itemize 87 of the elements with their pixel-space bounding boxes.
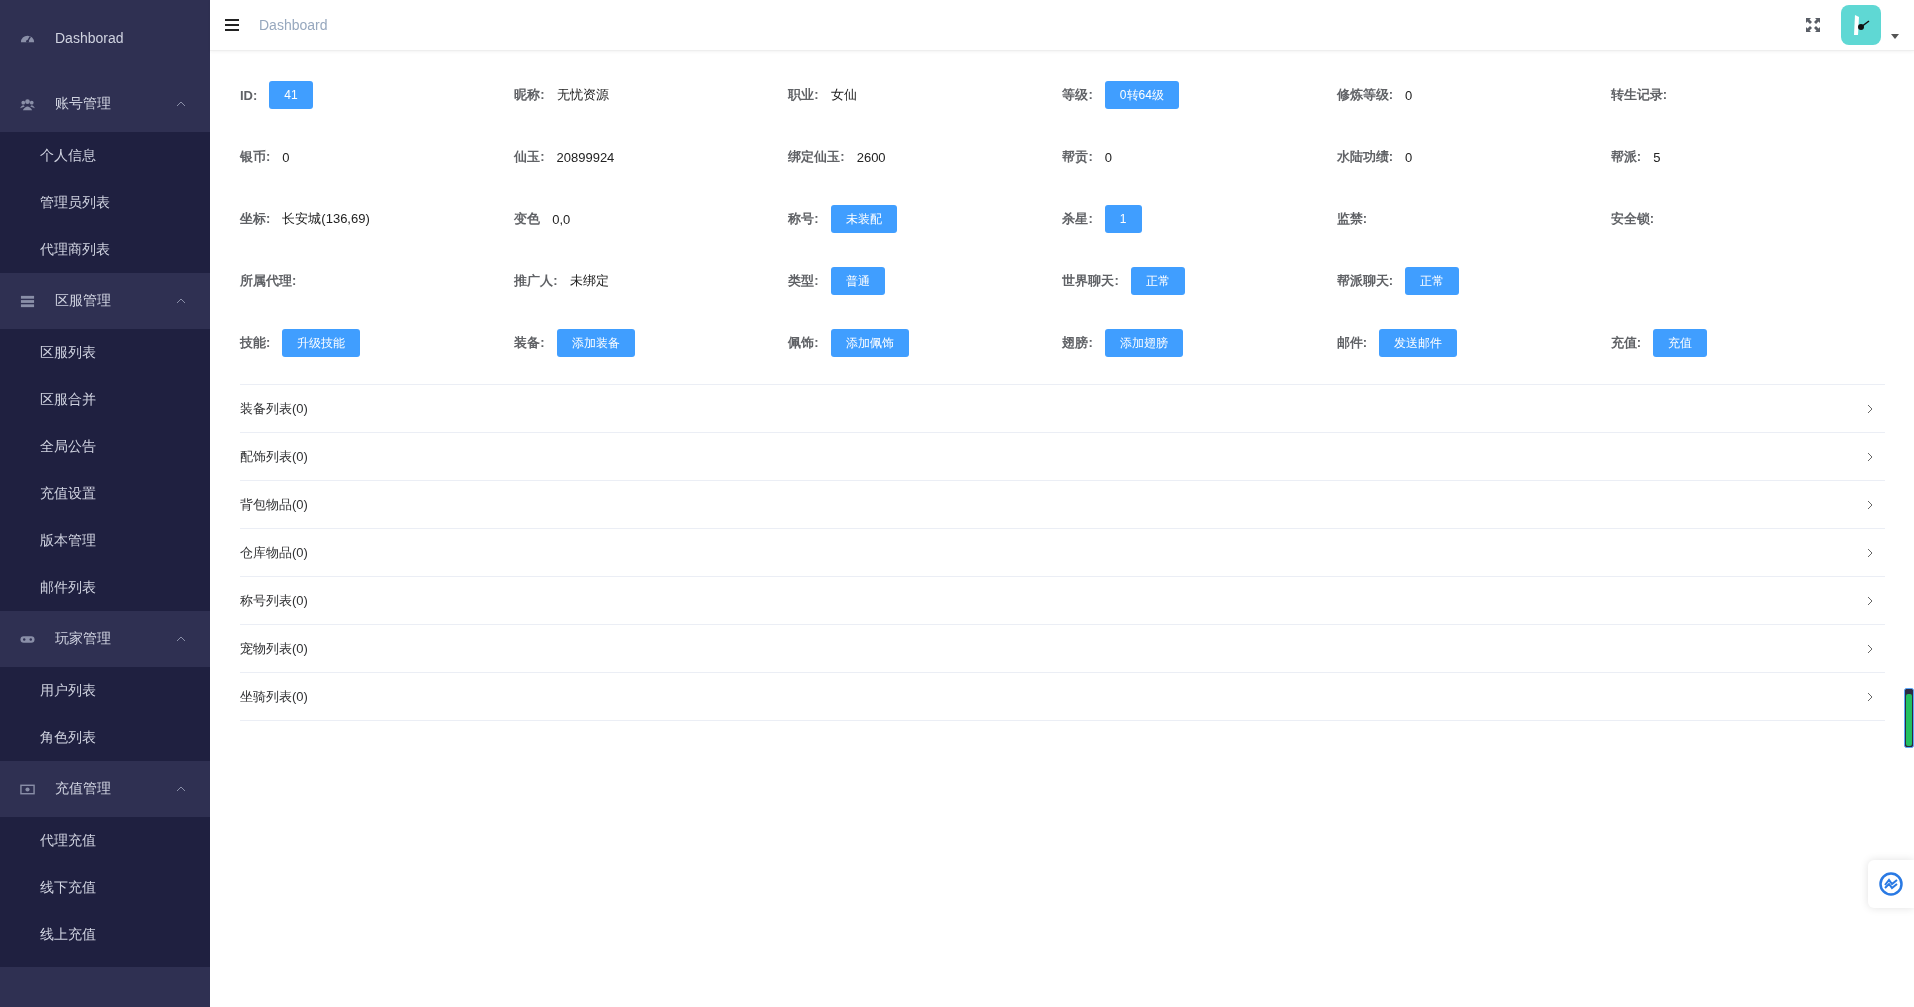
menu-item[interactable]: 充值管理 [0, 761, 210, 817]
field-label: 称号: [788, 210, 819, 228]
collapse-item[interactable]: 宠物列表(0) [240, 625, 1885, 673]
field-label: 类型: [788, 272, 819, 290]
field-value: 0,0 [552, 211, 571, 227]
value-tag: 正常 [1405, 267, 1459, 295]
value-tag: 1 [1104, 205, 1142, 233]
field-label: 修炼等级: [1336, 86, 1393, 104]
caret-icon[interactable] [1891, 33, 1899, 39]
field-label: 世界聊天: [1062, 272, 1119, 290]
submenu-item[interactable]: 全局公告 [0, 423, 210, 470]
field-value: 20899924 [556, 149, 615, 165]
submenu-item[interactable]: 用户列表 [0, 667, 210, 714]
field-value: 2600 [856, 149, 886, 165]
submenu-item[interactable]: 代理商列表 [0, 226, 210, 273]
submenu-item[interactable]: 线下充值 [0, 864, 210, 911]
menu-item[interactable]: 账号管理 [0, 76, 210, 132]
field-label: 所属代理: [240, 272, 297, 290]
menu-item[interactable]: Dashborad [0, 0, 210, 76]
field-label: 帮派聊天: [1336, 272, 1393, 290]
field-label: 装备: [514, 334, 545, 352]
submenu-item[interactable]: 区服合并 [0, 376, 210, 423]
field-label: 仙玉: [514, 148, 545, 166]
field-value: 未绑定 [569, 272, 609, 290]
server-icon [20, 293, 35, 309]
collapse-item[interactable]: 称号列表(0) [240, 577, 1885, 625]
field-label: 杀星: [1062, 210, 1093, 228]
field-label: 监禁: [1336, 210, 1367, 228]
value-tag: 0转64级 [1104, 81, 1179, 109]
field-label: 帮派: [1610, 148, 1642, 166]
submenu-item[interactable]: 邮件列表 [0, 564, 210, 611]
value-tag: 正常 [1130, 267, 1185, 295]
field-value: 0 [282, 149, 290, 165]
submenu-item[interactable]: 区服列表 [0, 329, 210, 376]
field-label: 绑定仙玉: [788, 148, 845, 166]
field-label: 帮贡: [1062, 148, 1093, 166]
field-value: 女仙 [830, 86, 857, 104]
value-tag: 未装配 [830, 205, 897, 233]
field-value: 0 [1104, 149, 1113, 165]
field-label: 邮件: [1336, 334, 1367, 352]
field-label: 坐标: [240, 210, 271, 228]
field-value: 5 [1653, 149, 1661, 165]
users-icon [20, 96, 35, 112]
chevron-icon [176, 298, 186, 304]
value-tag: 41 [269, 81, 313, 109]
field-label: 银币: [240, 148, 271, 166]
field-label: 职业: [788, 86, 819, 104]
field-label: 等级: [1062, 86, 1093, 104]
level-gauge-drawing [1904, 688, 1914, 748]
field-value: 0 [1405, 87, 1413, 103]
submenu-item[interactable]: 角色列表 [0, 714, 210, 761]
chevron-icon [176, 636, 186, 642]
field-value: 无忧资源 [556, 86, 609, 104]
collapse-item[interactable]: 坐骑列表(0) [240, 673, 1885, 721]
field-value: 0 [1405, 149, 1413, 165]
chevron-icon [176, 786, 186, 792]
floating-button[interactable] [1868, 860, 1914, 908]
field-label: 翅膀: [1062, 334, 1093, 352]
field-label: 昵称: [514, 86, 545, 104]
collapse-item[interactable]: 背包物品(0) [240, 481, 1885, 529]
fullscreen-icon[interactable] [1805, 17, 1821, 33]
field-label: ID: [240, 87, 258, 103]
submenu-item[interactable]: 版本管理 [0, 517, 210, 564]
field-label: 安全锁: [1610, 210, 1655, 228]
avatar[interactable] [1841, 5, 1881, 45]
collapse-item[interactable]: 配饰列表(0) [240, 433, 1885, 481]
submenu-item[interactable]: 个人信息 [0, 132, 210, 179]
field-label: 技能: [240, 334, 271, 352]
field-label: 推广人: [514, 272, 558, 290]
menu-item[interactable]: 玩家管理 [0, 611, 210, 667]
field-label: 佩饰: [788, 334, 819, 352]
field-label: 变色 [514, 210, 541, 228]
submenu-item[interactable]: 充值设置 [0, 470, 210, 517]
menu-icon[interactable] [225, 19, 239, 31]
collapse-item[interactable]: 仓库物品(0) [240, 529, 1885, 577]
field-value: 长安城(136,69) [282, 210, 370, 228]
submenu-item[interactable]: 管理员列表 [0, 179, 210, 226]
value-tag: 普通 [830, 267, 885, 295]
submenu-item[interactable]: 线上充值 [0, 911, 210, 958]
chevron-icon [176, 101, 186, 107]
swirl-icon [1879, 872, 1903, 896]
field-label: 转生记录: [1610, 86, 1668, 104]
field-label: 充值: [1610, 334, 1642, 352]
submenu-item[interactable]: 代理充值 [0, 817, 210, 864]
menu-item[interactable]: 区服管理 [0, 273, 210, 329]
field-label: 水陆功绩: [1336, 148, 1393, 166]
collapse-item[interactable]: 装备列表(0) [240, 385, 1885, 433]
